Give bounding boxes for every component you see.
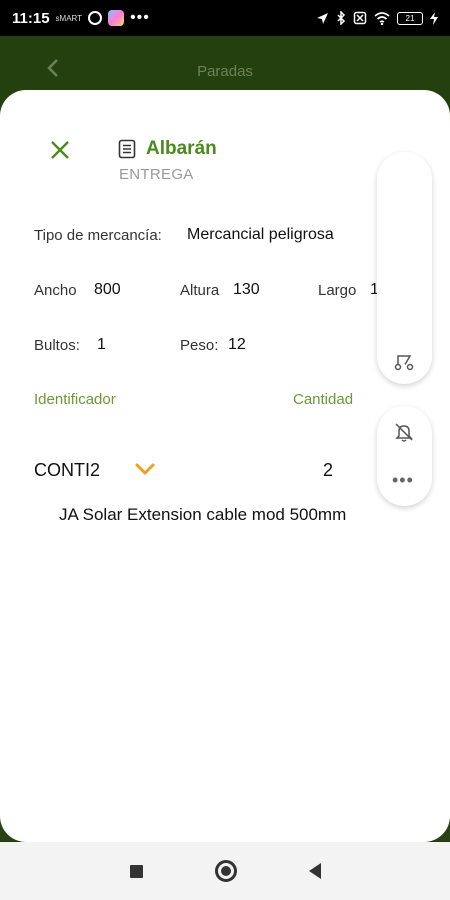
battery-icon: 21	[397, 11, 423, 25]
sim-off-icon	[353, 11, 367, 25]
width-label: Ancho	[34, 282, 77, 299]
length-label: Largo	[318, 282, 357, 299]
column-header-quantity: Cantidad	[293, 391, 354, 408]
page-title: Albarán	[146, 138, 217, 159]
merchandise-type-value: Mercancial peligrosa	[187, 226, 334, 243]
page-subtitle: ENTREGA	[119, 166, 194, 183]
location-icon	[317, 12, 328, 24]
route-icon[interactable]	[393, 350, 415, 372]
sync-icon	[88, 11, 103, 25]
system-back-button[interactable]	[308, 863, 321, 879]
more-notifications-icon: •••	[130, 9, 150, 26]
width-value: 800	[94, 281, 121, 298]
close-icon	[51, 141, 69, 159]
column-header-identifier: Identificador	[34, 391, 116, 408]
system-nav-bar	[0, 842, 450, 900]
bell-icon[interactable]	[393, 421, 415, 443]
home-button[interactable]	[214, 860, 237, 882]
document-list-icon	[118, 139, 136, 159]
close-button[interactable]	[48, 138, 72, 162]
packages-value: 1	[97, 336, 106, 353]
packages-label: Bultos:	[34, 337, 80, 354]
charging-icon	[430, 11, 438, 25]
item-quantity: 2	[323, 460, 334, 480]
chevron-down-icon[interactable]	[134, 461, 156, 477]
weight-label: Peso:	[180, 337, 219, 354]
bluetooth-icon	[337, 11, 346, 25]
item-description: JA Solar Extension cable mod 500mm	[59, 505, 347, 524]
chevron-left-icon	[47, 59, 58, 77]
status-time: 11:15	[12, 9, 50, 27]
more-horizontal-icon[interactable]: •••	[392, 470, 414, 491]
merchandise-type-label: Tipo de mercancía:	[34, 227, 162, 244]
wifi-icon	[374, 11, 390, 25]
app-bar-title: Paradas	[197, 62, 253, 80]
height-label: Altura	[180, 282, 220, 299]
app-notification-icon	[108, 10, 125, 26]
item-code: CONTI2	[34, 460, 101, 480]
status-bar: 11:15 sMART ••• 21	[0, 0, 450, 36]
back-button[interactable]	[40, 54, 68, 82]
weight-value: 12	[228, 336, 246, 353]
smart-chip-icon: sMART	[55, 13, 83, 23]
height-value: 130	[233, 281, 260, 298]
recents-button[interactable]	[129, 864, 143, 878]
